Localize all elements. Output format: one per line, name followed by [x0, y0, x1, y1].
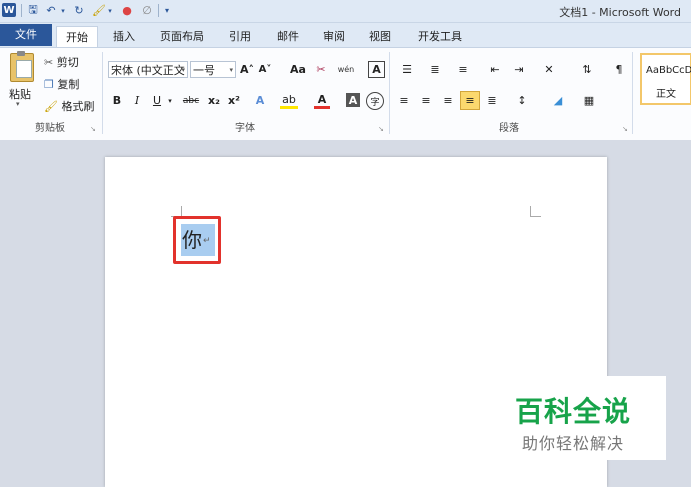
underline-dropdown-icon[interactable]: ▾ [166, 92, 174, 109]
bold-button[interactable]: B [110, 92, 124, 109]
numbering-icon[interactable]: ≣ [424, 61, 446, 78]
cut-label: 剪切 [56, 56, 79, 69]
font-size-combo[interactable]: 一号 ▾ [190, 61, 236, 78]
shading-icon[interactable]: ◢ [548, 92, 568, 109]
distributed-icon[interactable]: ≣ [484, 92, 500, 109]
annotation-highlight-box [173, 216, 221, 264]
style-sample-text: AaBbCcD [646, 65, 691, 76]
undo-icon[interactable]: ↶ [44, 3, 58, 18]
paragraph-group-label: 段落 [499, 123, 519, 134]
dropdown-icon[interactable]: ▾ [106, 3, 114, 18]
text-effects-button[interactable]: A [252, 92, 268, 109]
cut-button[interactable]: ✂ 剪切 [44, 54, 79, 70]
window-title: 文档1 - Microsoft Word [559, 6, 681, 19]
color-icon[interactable]: ● [120, 3, 134, 18]
chevron-down-icon: ▾ [229, 66, 233, 74]
align-center-icon[interactable]: ≡ [418, 92, 434, 109]
font-group-label: 字体 [235, 123, 255, 134]
ribbon-tab-bar: 文件 开始 插入 页面布局 引用 邮件 审阅 视图 开发工具 [0, 23, 691, 48]
undo-dropdown-icon[interactable]: ▾ [59, 3, 67, 18]
font-name-value: 宋体 (中文正文 [111, 64, 185, 77]
clear-formatting-icon[interactable]: ✂ [314, 61, 328, 78]
paste-dropdown-icon[interactable]: ▾ [16, 100, 20, 108]
shrink-font-button[interactable]: A˅ [258, 61, 272, 78]
font-launcher-icon[interactable]: ↘ [378, 125, 384, 133]
copy-icon: ❐ [44, 78, 54, 91]
paste-button[interactable]: 粘贴 [9, 86, 31, 102]
tab-developer[interactable]: 开发工具 [410, 26, 470, 47]
change-case-button[interactable]: Aa [286, 61, 310, 78]
multilevel-list-icon[interactable]: ≡ [452, 61, 474, 78]
paste-sheet-icon [16, 60, 32, 78]
brush-icon: 🖌 [44, 100, 58, 113]
decrease-indent-icon[interactable]: ⇤ [486, 61, 504, 78]
clipboard-launcher-icon[interactable]: ↘ [90, 125, 96, 133]
tab-review[interactable]: 审阅 [316, 26, 352, 47]
italic-button[interactable]: I [130, 92, 144, 109]
superscript-button[interactable]: x² [226, 92, 242, 109]
enclose-characters-button[interactable]: 字 [366, 92, 384, 110]
grow-font-button[interactable]: A˄ [240, 61, 254, 78]
borders-icon[interactable]: ▦ [580, 92, 598, 109]
watermark-title: 百科全说 [515, 395, 632, 428]
redo-icon[interactable]: ↻ [72, 3, 86, 18]
tab-file[interactable]: 文件 [0, 24, 52, 46]
title-bar: W 🖫 ↶ ▾ ↻ 🖌 ▾ ● ∅ ▾ 文档1 - Microsoft Word [0, 0, 691, 23]
separator [158, 4, 159, 17]
margin-corner-mark [530, 206, 541, 217]
copy-button[interactable]: ❐ 复制 [44, 76, 79, 92]
line-spacing-icon[interactable]: ↕ [512, 92, 532, 109]
word-app-icon[interactable]: W [2, 3, 16, 17]
clear-icon[interactable]: ∅ [140, 3, 154, 18]
copy-label: 复制 [57, 78, 80, 91]
character-shading-button[interactable]: A [346, 93, 360, 107]
ribbon: 粘贴 ▾ ✂ 剪切 ❐ 复制 🖌 格式刷 剪贴板 ↘ 宋体 (中文正文 ▾ 一号… [0, 47, 691, 141]
watermark-subtitle: 助你轻松解决 [522, 434, 625, 453]
tab-view[interactable]: 视图 [362, 26, 398, 47]
character-border-button[interactable]: A [368, 61, 385, 78]
tab-home[interactable]: 开始 [56, 26, 98, 48]
tab-references[interactable]: 引用 [222, 26, 258, 47]
group-separator [632, 52, 633, 134]
style-name: 正文 [656, 89, 676, 100]
format-painter-label: 格式刷 [61, 100, 95, 113]
sort-icon[interactable]: ⇅ [578, 61, 596, 78]
underline-button[interactable]: U [150, 92, 164, 109]
clipboard-group-label: 剪贴板 [35, 123, 65, 134]
scissors-icon: ✂ [44, 56, 54, 69]
tab-page-layout[interactable]: 页面布局 [152, 26, 212, 47]
phonetic-guide-button[interactable]: wén [332, 59, 360, 79]
style-normal[interactable]: AaBbCcD 正文 [640, 53, 691, 105]
save-icon[interactable]: 🖫 [26, 3, 40, 18]
font-color-button[interactable]: A [314, 92, 330, 109]
chinese-layout-icon[interactable]: ✕ [538, 61, 560, 78]
bullets-icon[interactable]: ☰ [396, 61, 418, 78]
increase-indent-icon[interactable]: ⇥ [510, 61, 528, 78]
font-size-value: 一号 [193, 64, 215, 77]
paragraph-launcher-icon[interactable]: ↘ [622, 125, 628, 133]
format-painter-icon[interactable]: 🖌 [92, 3, 106, 18]
format-painter-button[interactable]: 🖌 格式刷 [44, 98, 94, 114]
separator [21, 4, 22, 17]
highlight-color-button[interactable]: ab [280, 92, 298, 109]
customize-toolbar-icon[interactable]: ▾ [162, 3, 172, 18]
tab-mailings[interactable]: 邮件 [270, 26, 306, 47]
subscript-button[interactable]: x₂ [206, 92, 222, 109]
show-marks-icon[interactable]: ¶ [612, 61, 626, 78]
align-right-icon[interactable]: ≡ [440, 92, 456, 109]
strikethrough-button[interactable]: abc [180, 92, 202, 109]
tab-insert[interactable]: 插入 [106, 26, 142, 47]
justify-icon[interactable]: ≡ [460, 91, 480, 110]
chevron-down-icon: ▾ [181, 66, 185, 74]
align-left-icon[interactable]: ≡ [396, 92, 412, 109]
font-name-combo[interactable]: 宋体 (中文正文 ▾ [108, 61, 188, 78]
